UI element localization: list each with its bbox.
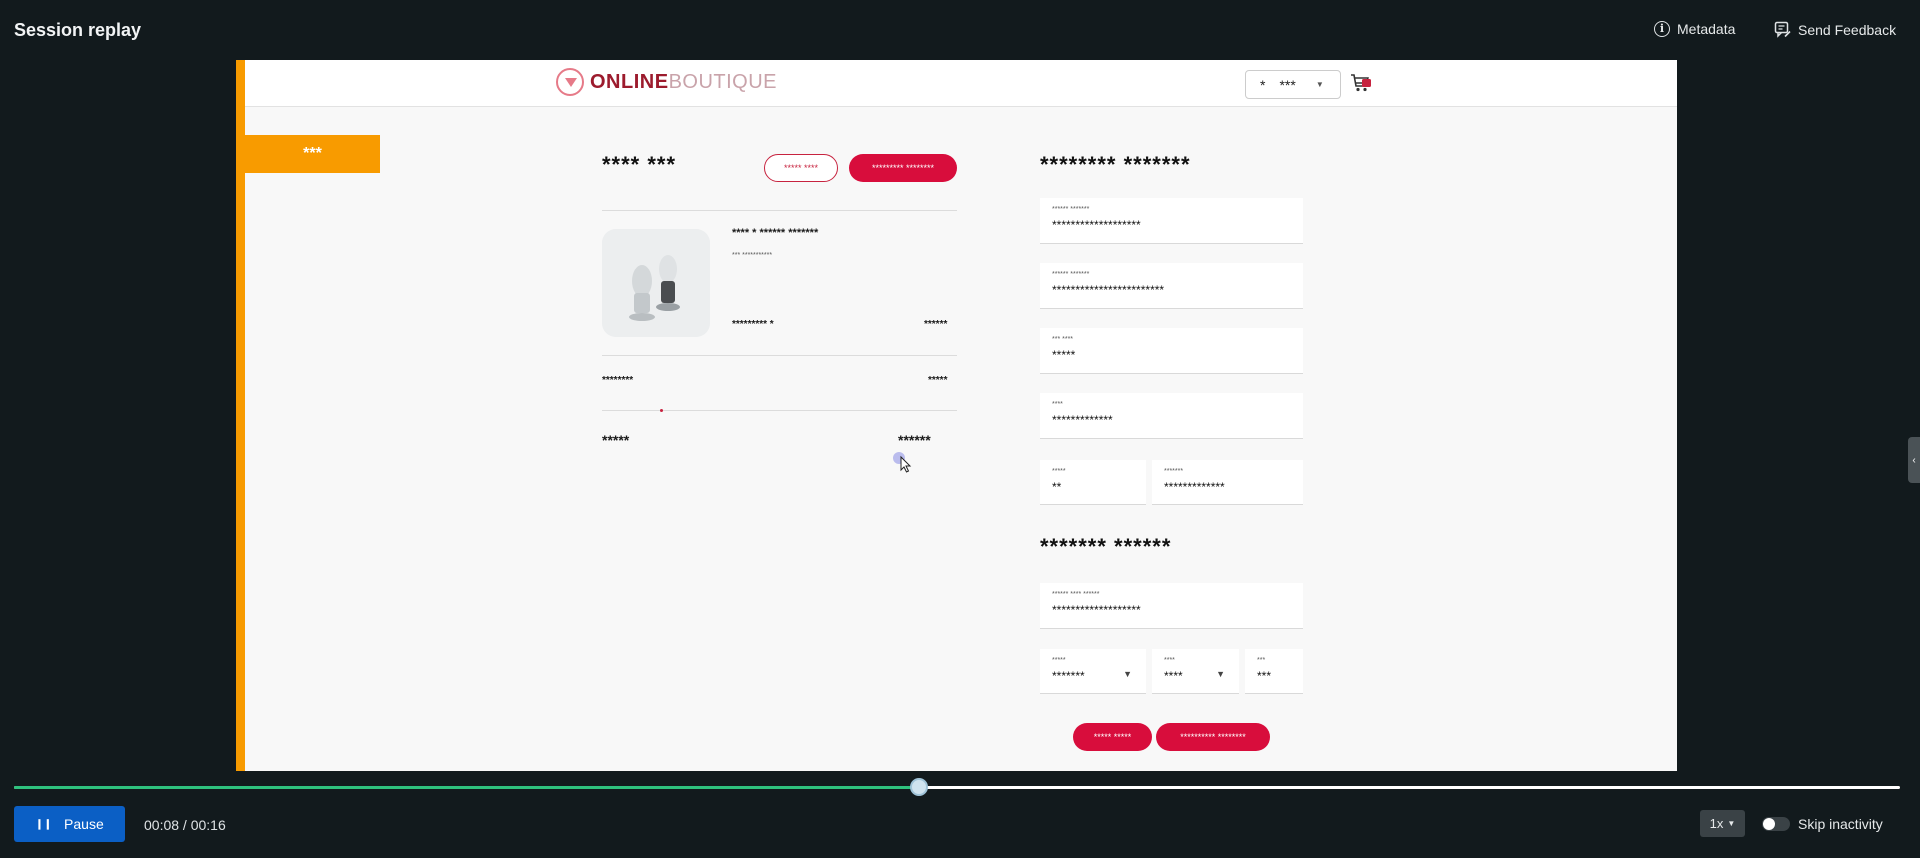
pause-button[interactable]: ❙❙ Pause: [14, 806, 125, 842]
credit-card-field[interactable]: ****** **** ****** *******************: [1040, 583, 1303, 629]
product-name: **** * ****** *******: [732, 227, 819, 239]
toggle-knob: [1763, 818, 1775, 830]
field-label: ***: [1257, 657, 1266, 664]
cursor-icon: [893, 452, 912, 473]
chevron-down-icon: ▼: [1727, 819, 1736, 828]
shipping-cost-value: *****: [928, 375, 948, 386]
metadata-label: Metadata: [1677, 21, 1736, 37]
chevron-left-icon: ‹: [1912, 454, 1916, 466]
field-label: *** ****: [1052, 336, 1074, 343]
field-label: *******: [1164, 468, 1184, 475]
send-feedback-button[interactable]: Send Feedback: [1774, 21, 1896, 38]
replay-viewport[interactable]: ONLINEBOUTIQUE * *** ▼ *** **** *** ****…: [236, 60, 1677, 771]
expiry-month-select[interactable]: ***** ******* ▼: [1040, 649, 1146, 694]
send-feedback-label: Send Feedback: [1798, 21, 1897, 38]
product-price: ******: [924, 319, 948, 330]
highlight-rail: [236, 60, 245, 771]
field-label: ****** *******: [1052, 271, 1090, 278]
place-order-button[interactable]: ********** ********: [1156, 723, 1270, 751]
continue-shopping-button[interactable]: ********* ********: [849, 154, 957, 182]
cart-icon[interactable]: [1350, 73, 1372, 93]
country-field[interactable]: ******* *************: [1152, 460, 1303, 505]
divider: [602, 210, 957, 211]
shop-header: ONLINEBOUTIQUE * *** ▼: [245, 60, 1677, 107]
currency-select[interactable]: * *** ▼: [1245, 70, 1341, 99]
speed-value: 1x: [1709, 816, 1724, 831]
state-field[interactable]: ***** **: [1040, 460, 1146, 505]
field-label: ****: [1164, 657, 1175, 664]
top-bar: Session replay i Metadata Send Feedback: [0, 0, 1920, 60]
expiry-year-select[interactable]: **** **** ▼: [1152, 649, 1239, 694]
field-value: **: [1052, 480, 1062, 494]
pause-label: Pause: [64, 816, 104, 832]
field-value: ***: [1257, 669, 1272, 683]
cart-title: **** ***: [602, 152, 677, 177]
total-value: ******: [898, 432, 931, 448]
chevron-down-icon: ▼: [1123, 669, 1132, 679]
chevron-down-icon: ▼: [1216, 669, 1225, 679]
timeline-progress: [14, 786, 919, 789]
payment-method-title: ******* ******: [1040, 534, 1172, 559]
player-controls: ❙❙ Pause 00:08 / 00:16 1x ▼ Skip inactiv…: [0, 771, 1920, 858]
timeline-scrubber[interactable]: [909, 778, 928, 796]
skip-inactivity-label: Skip inactivity: [1798, 816, 1883, 832]
logo-text: ONLINEBOUTIQUE: [590, 70, 778, 93]
field-value: ************************: [1052, 283, 1165, 297]
progress-dot: [660, 409, 663, 412]
chevron-down-icon: ▼: [1315, 80, 1324, 89]
zip-code-field[interactable]: *** **** *****: [1040, 328, 1303, 374]
field-value: *************: [1164, 480, 1225, 494]
page-title: Session replay: [14, 20, 142, 40]
metadata-button[interactable]: i Metadata: [1654, 21, 1735, 37]
skip-inactivity-toggle[interactable]: [1762, 817, 1790, 831]
shipping-address-title: ******** *******: [1040, 152, 1191, 177]
field-label: ****** *******: [1052, 206, 1090, 213]
field-value: *******: [1052, 669, 1085, 683]
field-label: ****: [1052, 401, 1063, 408]
cancel-button[interactable]: ***** *****: [1073, 723, 1152, 751]
product-image[interactable]: [602, 229, 710, 337]
currency-code: ***: [1279, 76, 1296, 93]
salt-pepper-image: [602, 229, 710, 337]
street-address-field[interactable]: ****** ******* ************************: [1040, 263, 1303, 309]
field-value: *************: [1052, 413, 1113, 427]
shipping-cost-label: ********: [602, 375, 634, 386]
pause-icon: ❙❙: [35, 818, 53, 830]
total-label: *****: [602, 432, 630, 448]
feedback-icon: [1774, 21, 1791, 38]
product-quantity: ********* *: [732, 319, 774, 330]
field-value: *****: [1052, 348, 1076, 362]
collapse-panel-button[interactable]: ‹: [1908, 437, 1920, 483]
playback-time: 00:08 / 00:16: [144, 817, 226, 833]
field-label: *****: [1052, 657, 1066, 664]
info-icon: i: [1654, 21, 1670, 37]
shop-logo[interactable]: ONLINEBOUTIQUE: [556, 68, 777, 96]
logo-icon: [556, 68, 584, 96]
playback-speed-select[interactable]: 1x ▼: [1700, 810, 1745, 837]
currency-symbol: *: [1260, 76, 1266, 93]
field-value: ****: [1164, 669, 1183, 683]
email-field[interactable]: ****** ******* *******************: [1040, 198, 1303, 244]
product-sku: *** ***********: [732, 252, 773, 259]
timeline-track[interactable]: [14, 786, 1900, 789]
divider: [602, 355, 957, 356]
highlight-tag: ***: [245, 135, 380, 173]
divider: [602, 410, 957, 411]
field-label: *****: [1052, 468, 1066, 475]
field-value: *******************: [1052, 603, 1141, 617]
cvv-field[interactable]: *** ***: [1245, 649, 1303, 694]
empty-cart-button[interactable]: ***** ****: [764, 154, 838, 182]
city-field[interactable]: **** *************: [1040, 393, 1303, 439]
field-label: ****** **** ******: [1052, 591, 1100, 598]
field-value: *******************: [1052, 218, 1141, 232]
